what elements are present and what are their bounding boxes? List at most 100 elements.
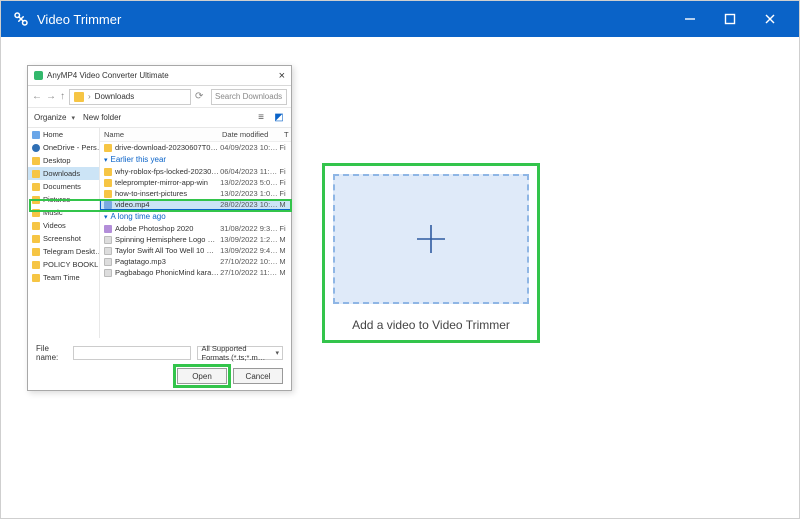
- column-name[interactable]: Name: [100, 128, 218, 141]
- fold-icon: [32, 235, 40, 243]
- app-title: Video Trimmer: [37, 12, 681, 27]
- sidebar-item[interactable]: Pictures: [28, 193, 99, 206]
- sidebar-item[interactable]: POLICY BOOKL…: [28, 258, 99, 271]
- sidebar-item-label: Telegram Deskt…: [43, 247, 100, 256]
- sidebar-item-label: Music: [43, 208, 63, 217]
- sidebar-item-label: POLICY BOOKL…: [43, 260, 100, 269]
- dialog-nav: ← → ↑ › Downloads ⟳ Search Downloads: [28, 86, 291, 108]
- file-name: Adobe Photoshop 2020: [115, 224, 220, 233]
- fold-icon: [32, 274, 40, 282]
- sidebar-item[interactable]: Documents: [28, 180, 99, 193]
- file-date: 27/10/2022 11:25 pm: [220, 268, 279, 277]
- fold-icon: [32, 222, 40, 230]
- sidebar-item[interactable]: OneDrive - Pers…: [28, 141, 99, 154]
- organize-menu[interactable]: Organize: [34, 113, 75, 122]
- open-button[interactable]: Open: [177, 368, 227, 384]
- file-date: 31/08/2022 9:34 pm: [220, 224, 279, 233]
- sidebar-item[interactable]: Screenshot: [28, 232, 99, 245]
- file-date: 13/02/2023 1:02 pm: [220, 189, 279, 198]
- filename-input[interactable]: [73, 346, 191, 360]
- file-type-icon: [104, 190, 112, 198]
- file-name: drive-download-20230607T053014Z-001: [115, 143, 220, 152]
- file-date: 27/10/2022 10:11 pm: [220, 257, 279, 266]
- file-row[interactable]: video.mp428/02/2023 10:42 pmM: [100, 199, 291, 210]
- minimize-button[interactable]: [681, 10, 699, 28]
- add-video-dropzone[interactable]: [333, 174, 529, 304]
- column-date[interactable]: Date modified: [218, 128, 280, 141]
- sidebar-item[interactable]: Videos: [28, 219, 99, 232]
- file-name: Taylor Swift All Too Well 10 Minute Vers…: [115, 246, 220, 255]
- file-row[interactable]: how-to-insert-pictures13/02/2023 1:02 pm…: [100, 188, 291, 199]
- view-mode-icon[interactable]: ≡: [255, 112, 267, 124]
- file-type-icon: [104, 236, 112, 244]
- app-content: AnyMP4 Video Converter Ultimate × ← → ↑ …: [1, 37, 799, 518]
- file-row[interactable]: drive-download-20230607T053014Z-00104/09…: [100, 142, 291, 153]
- dialog-close-icon[interactable]: ×: [279, 70, 285, 82]
- sidebar-item[interactable]: Home: [28, 128, 99, 141]
- file-row[interactable]: Pagtatago.mp327/10/2022 10:11 pmM: [100, 256, 291, 267]
- back-button[interactable]: ←: [32, 91, 42, 102]
- file-type: M: [279, 200, 287, 209]
- sidebar-item[interactable]: Desktop: [28, 154, 99, 167]
- details-pane-icon[interactable]: ◩: [273, 112, 285, 124]
- app-logo-icon: [7, 5, 35, 33]
- breadcrumb-current: Downloads: [95, 92, 135, 101]
- file-date: 13/09/2022 9:42 pm: [220, 246, 279, 255]
- file-type-icon: [104, 168, 112, 176]
- breadcrumb[interactable]: › Downloads: [69, 89, 191, 105]
- fold-icon: [32, 209, 40, 217]
- maximize-button[interactable]: [721, 10, 739, 28]
- sidebar-item-label: OneDrive - Pers…: [43, 143, 100, 152]
- file-type: M: [279, 235, 287, 244]
- dropzone-highlight: Add a video to Video Trimmer: [322, 163, 540, 343]
- close-button[interactable]: [761, 10, 779, 28]
- cloud-icon: [32, 144, 40, 152]
- filename-label: File name:: [36, 344, 67, 362]
- fold-icon: [32, 183, 40, 191]
- file-name: Pagbabago PhonicMind karaoke preview…: [115, 268, 220, 277]
- dialog-sidebar: Home OneDrive - Pers… Desktop Downloads Docu…: [28, 128, 100, 338]
- file-row[interactable]: why-roblox-fps-locked-20230406T152414-…0…: [100, 166, 291, 177]
- file-type-icon: [104, 247, 112, 255]
- cancel-button[interactable]: Cancel: [233, 368, 283, 384]
- file-name: how-to-insert-pictures: [115, 189, 220, 198]
- search-placeholder: Search Downloads: [215, 92, 282, 101]
- file-row[interactable]: Pagbabago PhonicMind karaoke preview…27/…: [100, 267, 291, 278]
- dialog-titlebar: AnyMP4 Video Converter Ultimate ×: [28, 66, 291, 86]
- refresh-icon[interactable]: ⟳: [195, 91, 207, 103]
- app-icon: [34, 71, 43, 80]
- sidebar-item-label: Videos: [43, 221, 66, 230]
- fold-icon: [32, 196, 40, 204]
- file-row[interactable]: Spinning Hemisphere Logo Reveal_free…13/…: [100, 234, 291, 245]
- sidebar-item[interactable]: Downloads: [28, 167, 99, 180]
- dropzone-label: Add a video to Video Trimmer: [352, 318, 510, 332]
- new-folder-button[interactable]: New folder: [83, 113, 121, 122]
- column-type[interactable]: T: [280, 128, 288, 141]
- dialog-title: AnyMP4 Video Converter Ultimate: [47, 71, 279, 80]
- file-type-icon: [104, 225, 112, 233]
- sidebar-item-label: Desktop: [43, 156, 71, 165]
- search-input[interactable]: Search Downloads: [211, 89, 287, 105]
- sidebar-item[interactable]: Telegram Deskt…: [28, 245, 99, 258]
- sidebar-item-label: Team Time: [43, 273, 80, 282]
- sidebar-item-label: Screenshot: [43, 234, 81, 243]
- file-type: Fi: [279, 167, 287, 176]
- file-date: 13/09/2022 1:21 pm: [220, 235, 279, 244]
- fold-icon: [32, 261, 40, 269]
- file-name: Pagtatago.mp3: [115, 257, 220, 266]
- forward-button[interactable]: →: [46, 91, 56, 102]
- up-button[interactable]: ↑: [60, 91, 65, 102]
- home-icon: [32, 131, 40, 139]
- file-row[interactable]: teleprompter-mirror-app-win13/02/2023 5:…: [100, 177, 291, 188]
- file-group-header[interactable]: Earlier this year: [100, 153, 291, 166]
- file-name: Spinning Hemisphere Logo Reveal_free…: [115, 235, 220, 244]
- file-row[interactable]: Adobe Photoshop 202031/08/2022 9:34 pmFi: [100, 223, 291, 234]
- file-type: Fi: [279, 189, 287, 198]
- sidebar-item-label: Documents: [43, 182, 81, 191]
- file-type-filter[interactable]: All Supported Formats (*.ts;*.m…: [197, 346, 283, 360]
- file-row[interactable]: Taylor Swift All Too Well 10 Minute Vers…: [100, 245, 291, 256]
- sidebar-item[interactable]: Team Time: [28, 271, 99, 284]
- sidebar-item[interactable]: Music: [28, 206, 99, 219]
- file-group-header[interactable]: A long time ago: [100, 210, 291, 223]
- file-date: 13/02/2023 5:04 pm: [220, 178, 279, 187]
